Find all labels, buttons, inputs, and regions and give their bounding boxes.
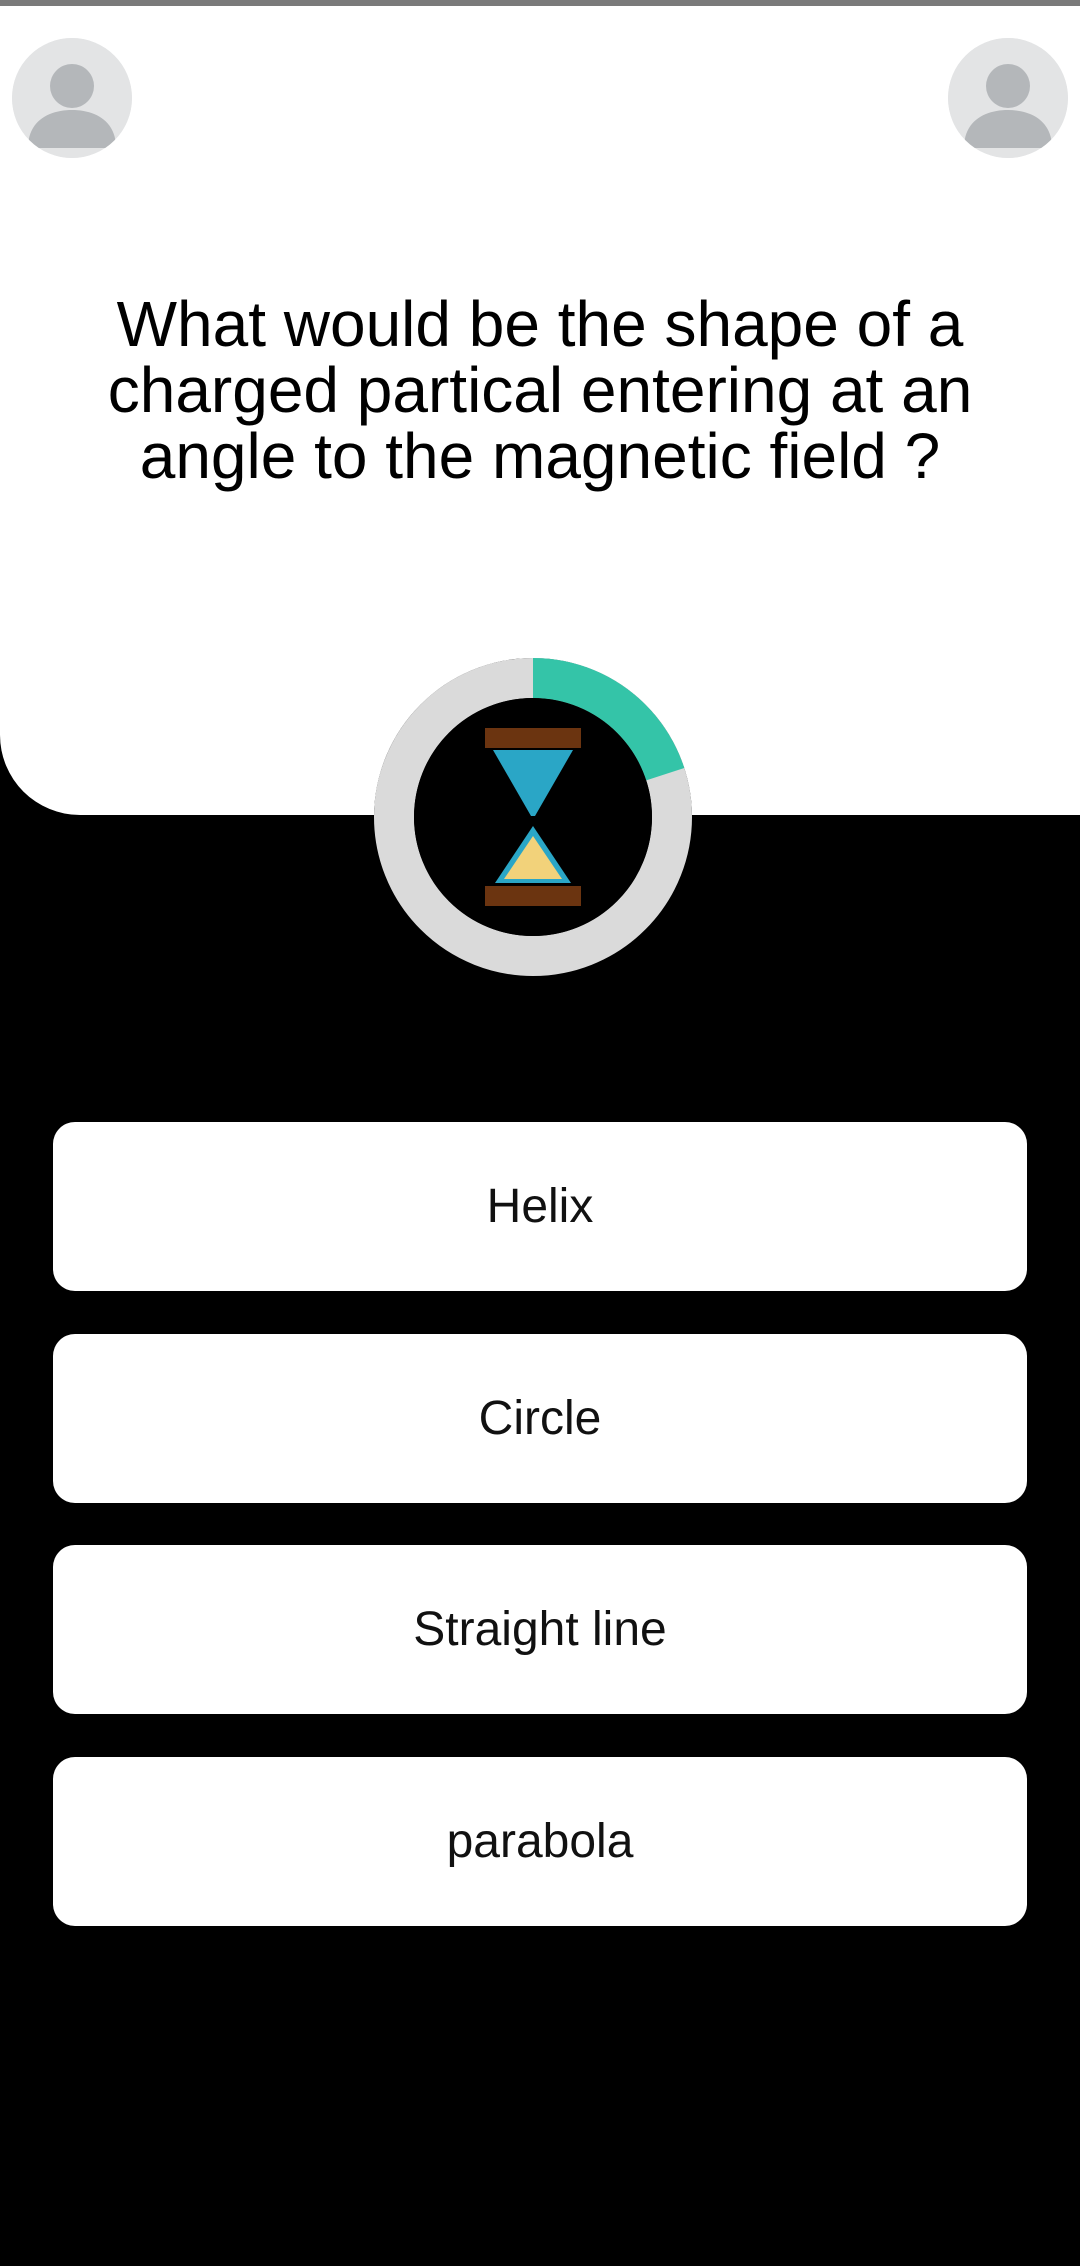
answer-button-straight-line[interactable]: Straight line: [53, 1545, 1027, 1714]
user-avatar-icon: [12, 38, 132, 158]
answer-label: parabola: [446, 1815, 634, 1868]
answer-button-parabola[interactable]: parabola: [53, 1757, 1027, 1926]
player-avatar-right[interactable]: [948, 38, 1068, 158]
answer-list: Helix Circle Straight line parabola: [53, 1122, 1027, 1969]
countdown-timer: [374, 658, 692, 976]
answer-button-helix[interactable]: Helix: [53, 1122, 1027, 1291]
user-avatar-icon: [948, 38, 1068, 158]
answer-button-circle[interactable]: Circle: [53, 1334, 1027, 1503]
question-text: What would be the shape of a charged par…: [107, 288, 973, 492]
quiz-screen: What would be the shape of a charged par…: [0, 0, 1080, 2266]
answer-label: Helix: [486, 1180, 594, 1233]
answer-label: Straight line: [413, 1603, 667, 1656]
answer-label: Circle: [478, 1392, 602, 1445]
player-avatar-left[interactable]: [12, 38, 132, 158]
